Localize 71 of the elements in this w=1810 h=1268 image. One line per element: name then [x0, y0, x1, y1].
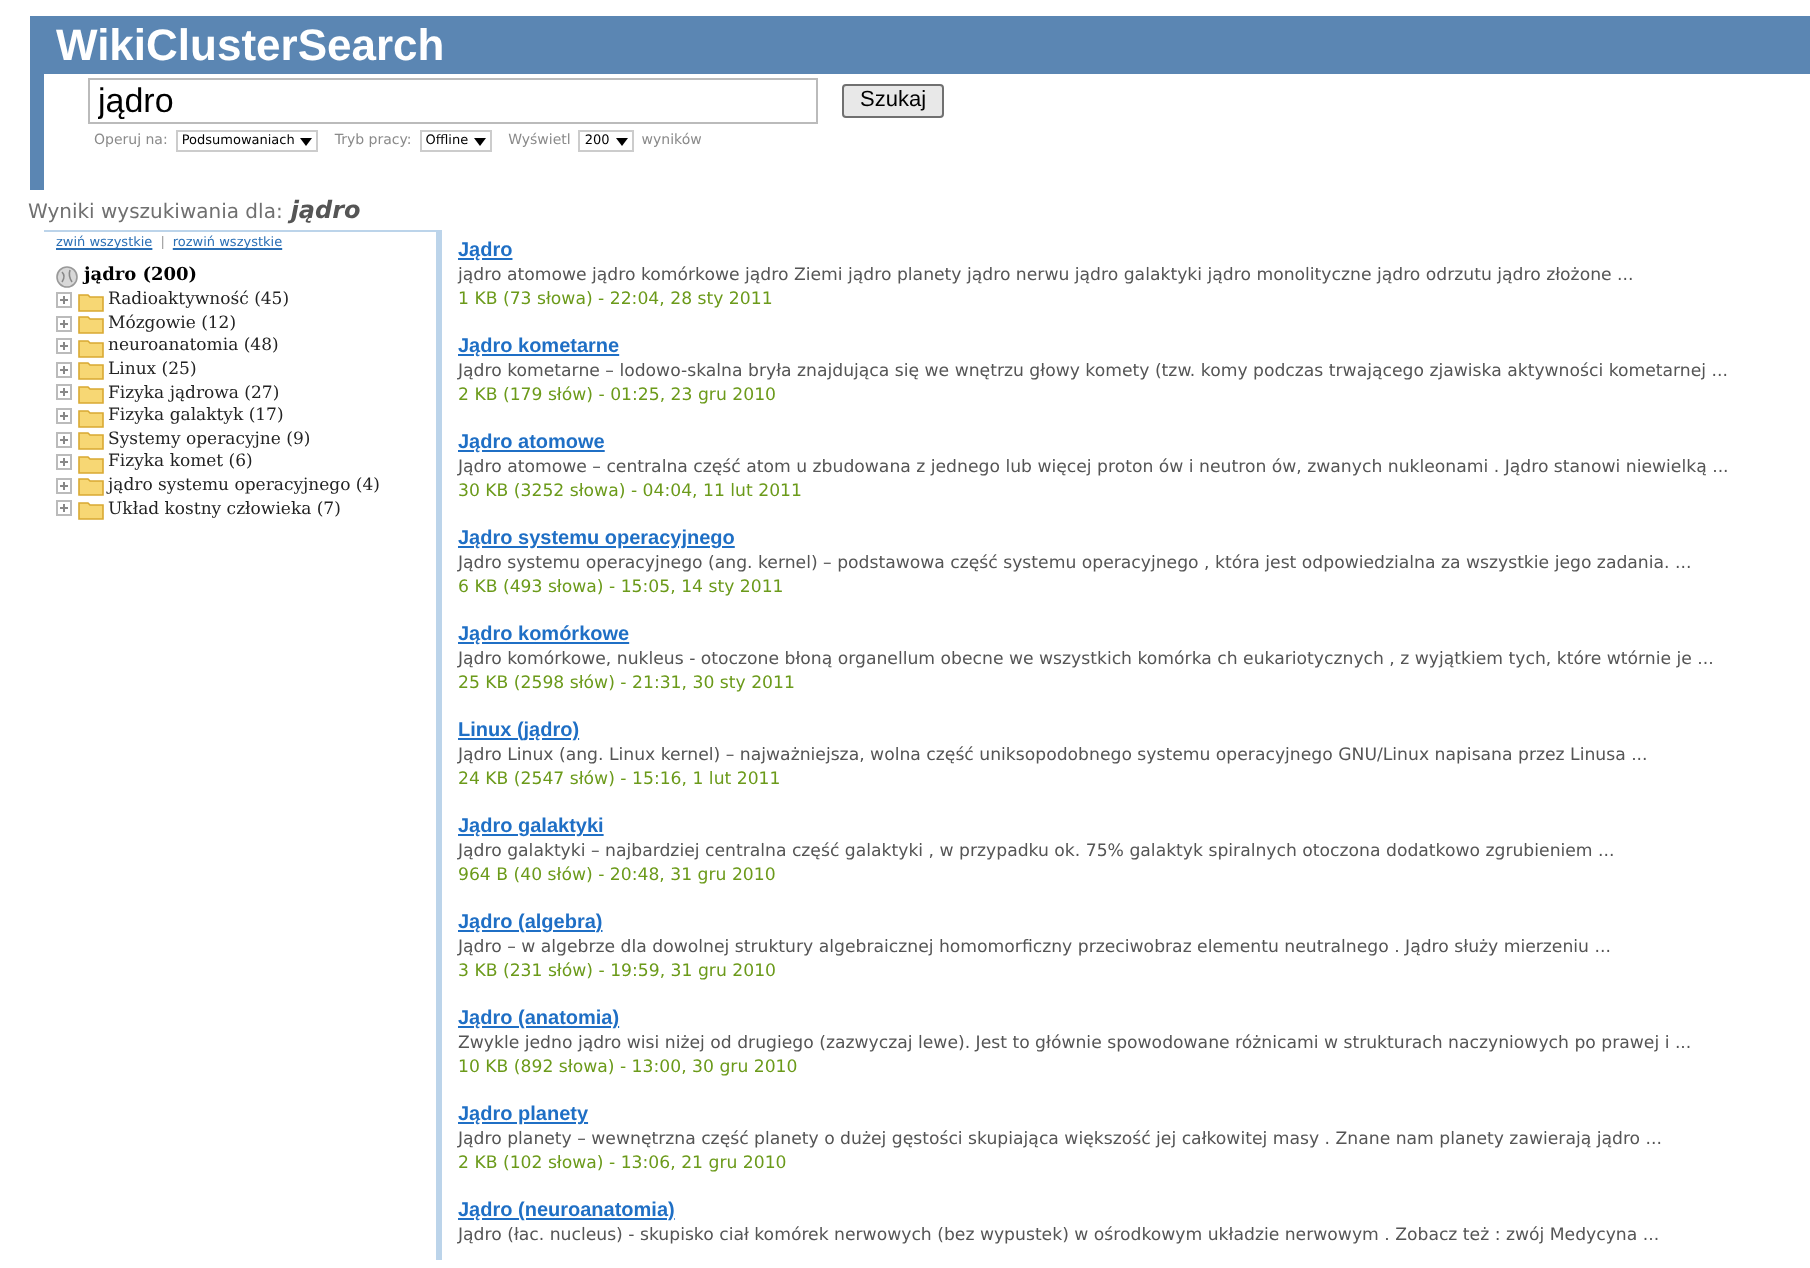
- tree-item[interactable]: Fizyka komet (6): [108, 450, 253, 477]
- tree-item[interactable]: Fizyka galaktyk (17): [108, 404, 284, 430]
- result-meta: 2 KB (179 słów) - 01:25, 23 gru 2010: [458, 384, 779, 408]
- result-title-link[interactable]: Jądro: [458, 238, 1810, 264]
- caret-icon: [300, 137, 313, 145]
- tree-item[interactable]: Systemy operacyjne (9): [108, 427, 311, 453]
- expand-icon[interactable]: [56, 454, 74, 473]
- result-title-link[interactable]: Jądro komórkowe: [458, 622, 1810, 648]
- folder-icon: [78, 499, 104, 520]
- result-meta: 10 KB (892 słowa) - 13:00, 30 gru 2010: [458, 1056, 800, 1080]
- result-title-link[interactable]: Jądro (algebra): [458, 910, 1810, 936]
- search-button[interactable]: Szukaj: [842, 84, 945, 118]
- result-snippet: Jądro galaktyki – najbardziej centralna część galaktyki , w przypadku ok. 75% galaktyk spiralnych otoczona dodatkowo zgrubieniem ...: [458, 840, 1617, 864]
- folder-icon: [78, 430, 104, 451]
- result-title-link[interactable]: Jądro galaktyki: [458, 814, 1810, 840]
- tree-item[interactable]: Radioaktywność (45): [108, 288, 290, 314]
- result-snippet: Jądro (łac. nucleus) - skupisko ciał komórek nerwowych (bez wypustek) w ośrodkowym układzie nerwowym . Zobacz też : zwój Medycyna ...: [458, 1224, 1662, 1248]
- result-snippet: jądro atomowe jądro komórkowe jądro Ziemi jądro planety jądro nerwu jądro galaktyki jądro monolityczne jądro odrzutu jądro złożone ...: [458, 264, 1636, 288]
- folder-icon: [78, 360, 104, 381]
- result-meta: 24 KB (2547 słów) - 15:16, 1 lut 2011: [458, 768, 783, 792]
- result-title-link[interactable]: Jądro kometarne: [458, 334, 1810, 360]
- globe-icon: [56, 265, 78, 288]
- tree-item[interactable]: jądro systemu operacyjnego (4): [108, 473, 380, 500]
- result-title-link[interactable]: Jądro atomowe: [458, 430, 1810, 456]
- folder-icon: [78, 383, 104, 404]
- result-meta: 2 KB (102 słowa) - 13:06, 21 gru 2010: [458, 1152, 789, 1176]
- result-snippet: Jądro kometarne – lodowo-skalna bryła znajdująca się we wnętrzu głowy komety (tzw. komy podczas trwającego zjawiska aktywności kometarnej ...: [458, 360, 1730, 384]
- folder-icon: [78, 453, 104, 474]
- result-title-link[interactable]: Jądro (anatomia): [458, 1006, 1810, 1032]
- folder-icon: [78, 314, 104, 335]
- results-heading: Wyniki wyszukiwania dla:: [28, 200, 283, 228]
- folder-icon: [78, 291, 104, 312]
- caret-icon: [474, 137, 487, 145]
- tree-root-label[interactable]: jądro (200): [84, 263, 198, 290]
- result-meta: 6 KB (493 słowa) - 15:05, 14 sty 2011: [458, 576, 786, 600]
- result-title-link[interactable]: Jądro systemu operacyjnego: [458, 526, 1810, 552]
- expand-icon[interactable]: [56, 384, 74, 403]
- result-meta: 964 B (40 słów) - 20:48, 31 gru 2010: [458, 864, 778, 888]
- expand-icon[interactable]: [56, 431, 74, 450]
- result-snippet: Zwykle jedno jądro wisi niżej od drugiego (zazwyczaj lewe). Jest to głównie spowodowane różnicami w strukturach naczyniowych po prawej i ...: [458, 1032, 1694, 1056]
- query-text: jądro: [290, 194, 361, 228]
- tree-item[interactable]: Układ kostny człowieka (7): [108, 497, 341, 523]
- tree-item[interactable]: Mózgowie (12): [108, 311, 237, 338]
- result-title-link[interactable]: Jądro (neuroanatomia): [458, 1198, 1810, 1224]
- folder-icon: [78, 407, 104, 428]
- result-title-link[interactable]: Jądro planety: [458, 1102, 1810, 1128]
- result-title-link[interactable]: Linux (jądro): [458, 718, 1810, 744]
- result-snippet: Jądro – w algebrze dla dowolnej struktury algebraicznej homomorficzny przeciwobraz elementu neutralnego . Jądro służy mierzeniu ...: [458, 936, 1613, 960]
- result-snippet: Jądro Linux (ang. Linux kernel) – najważniejsza, wolna część uniksopodobnego systemu operacyjnego GNU/Linux napisana przez Linusa ...: [458, 744, 1650, 768]
- expand-icon[interactable]: [56, 408, 74, 427]
- expand-icon[interactable]: [56, 315, 74, 334]
- result-meta: 30 KB (3252 słowa) - 04:04, 11 lut 2011: [458, 480, 804, 504]
- folder-icon: [78, 337, 104, 358]
- result-snippet: Jądro atomowe – centralna część atom u zbudowana z jednego lub więcej proton ów i neutron ów, zwanych nukleonami . Jądro stanowi niewielką ...: [458, 456, 1731, 480]
- result-meta: 3 KB (231 słów) - 19:59, 31 gru 2010: [458, 960, 779, 984]
- app-title: WikiClusterSearch: [56, 23, 445, 67]
- expand-icon[interactable]: [56, 361, 74, 380]
- tree-item[interactable]: Linux (25): [108, 357, 197, 384]
- expand-icon[interactable]: [56, 477, 74, 496]
- expand-icon[interactable]: [56, 500, 74, 519]
- expand-icon[interactable]: [56, 338, 74, 357]
- expand-icon[interactable]: [56, 292, 74, 311]
- caret-icon: [615, 137, 628, 145]
- folder-icon: [78, 476, 104, 497]
- result-snippet: Jądro systemu operacyjnego (ang. kernel) – podstawowa część systemu operacyjnego , która jest odpowiedzialna za wszystkie jego zadania. ...: [458, 552, 1694, 576]
- tree-item[interactable]: Fizyka jądrowa (27): [108, 381, 280, 407]
- result-meta: 25 KB (2598 słów) - 21:31, 30 sty 2011: [458, 672, 797, 696]
- result-snippet: Jądro komórkowe, nukleus - otoczone błoną organellum obecne we wszystkich komórka ch eukariotycznych , z wyjątkiem tych, które wtórnie je ...: [458, 648, 1716, 672]
- result-snippet: Jądro planety – wewnętrzna część planety o dużej gęstości skupiająca większość jej całkowitej masy . Znane nam planety zawierają jądro ...: [458, 1128, 1664, 1152]
- tree-item[interactable]: neuroanatomia (48): [108, 334, 279, 361]
- result-meta: 1 KB (73 słowa) - 22:04, 28 sty 2011: [458, 288, 775, 312]
